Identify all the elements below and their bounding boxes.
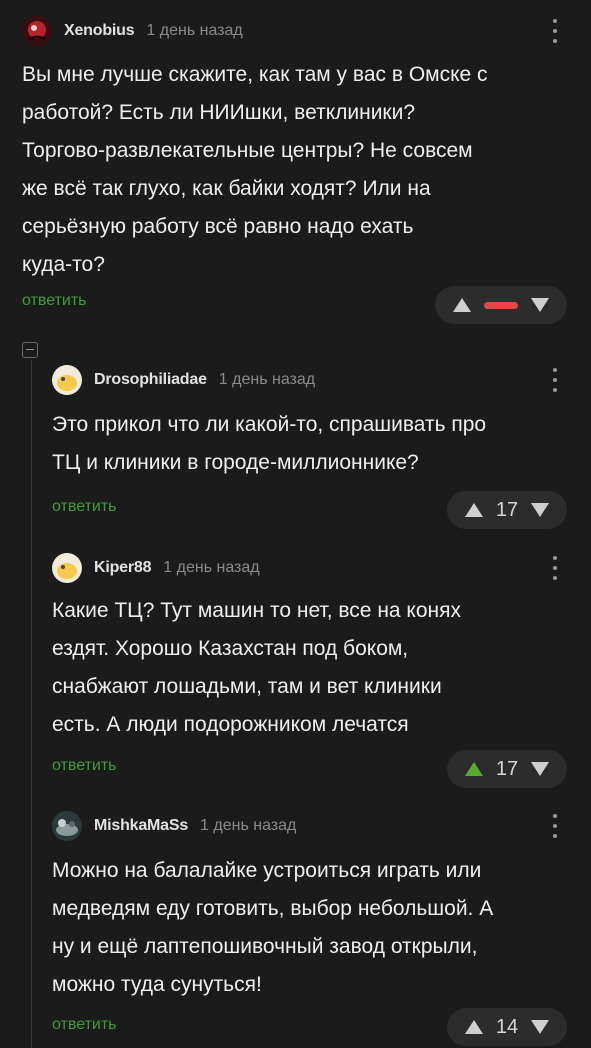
text-line: можно туда сунуться! bbox=[52, 973, 262, 996]
rating-widget: 14 bbox=[447, 1008, 567, 1046]
rating-widget bbox=[435, 286, 567, 324]
timestamp: 1 день назад bbox=[146, 22, 243, 39]
text-line: ну и ещё лаптепошивочный завод открыли, bbox=[52, 935, 478, 958]
username[interactable]: MishkaMaSs bbox=[94, 817, 188, 835]
text-line: серьёзную работу всё равно надо ехать bbox=[22, 215, 414, 238]
text-line: работой? Есть ли НИИшки, ветклиники? bbox=[22, 101, 416, 124]
downvote-icon[interactable] bbox=[531, 1020, 549, 1034]
reply-link[interactable]: ответить bbox=[52, 498, 117, 516]
text-line: ТЦ и клиники в городе-миллионнике? bbox=[52, 451, 419, 474]
comment-text: Это прикол что ли какой-то, спрашивать п… bbox=[52, 406, 486, 482]
text-line: Вы мне лучше скажите, как там у вас в Ом… bbox=[22, 63, 488, 86]
text-line: Торгово-развлекательные центры? Не совсе… bbox=[22, 139, 473, 162]
text-line: куда-то? bbox=[22, 253, 105, 276]
downvote-icon[interactable] bbox=[531, 762, 549, 776]
upvote-icon[interactable] bbox=[465, 503, 483, 517]
rating-widget: 17 bbox=[447, 491, 567, 529]
avatar[interactable] bbox=[52, 553, 82, 583]
comment-header: Xenobius 1 день назад bbox=[22, 14, 243, 48]
avatar[interactable] bbox=[52, 811, 82, 841]
timestamp: 1 день назад bbox=[200, 817, 297, 834]
score: 17 bbox=[495, 757, 519, 780]
comment-header: Drosophiliadae 1 день назад bbox=[52, 363, 315, 397]
text-line: Можно на балалайке устроиться играть или bbox=[52, 859, 482, 882]
reply-link[interactable]: ответить bbox=[22, 292, 87, 310]
score: 14 bbox=[495, 1015, 519, 1038]
avatar[interactable] bbox=[52, 365, 82, 395]
comment-text: Можно на балалайке устроиться играть или… bbox=[52, 852, 493, 1004]
comment-text: Какие ТЦ? Тут машин то нет, все на конях… bbox=[52, 592, 461, 744]
text-line: есть. А люди подорожником лечатся bbox=[52, 713, 409, 736]
more-options-icon[interactable] bbox=[549, 812, 561, 840]
timestamp: 1 день назад bbox=[218, 371, 316, 388]
reply-link[interactable]: ответить bbox=[52, 1016, 117, 1034]
text-line: Это прикол что ли какой-то, спрашивать п… bbox=[52, 413, 487, 436]
text-line: снабжают лошадьми, там и вет клиники bbox=[52, 675, 442, 698]
reply-link[interactable]: ответить bbox=[52, 757, 117, 775]
score: 17 bbox=[495, 498, 519, 521]
username[interactable]: Kiper88 bbox=[94, 559, 151, 577]
avatar[interactable] bbox=[22, 16, 52, 46]
negative-rating-bar bbox=[484, 301, 518, 309]
timestamp: 1 день назад bbox=[163, 559, 260, 576]
downvote-icon[interactable] bbox=[531, 503, 549, 517]
upvote-icon[interactable] bbox=[453, 298, 471, 312]
text-line: Какие ТЦ? Тут машин то нет, все на конях bbox=[52, 599, 461, 622]
collapse-thread-button[interactable] bbox=[22, 342, 38, 358]
comment-header: Kiper88 1 день назад bbox=[52, 551, 260, 585]
downvote-icon[interactable] bbox=[531, 298, 549, 312]
username[interactable]: Xenobius bbox=[64, 22, 135, 40]
text-line: медведям еду готовить, выбор небольшой. … bbox=[52, 897, 494, 920]
more-options-icon[interactable] bbox=[549, 17, 561, 45]
upvote-icon[interactable] bbox=[465, 762, 483, 776]
more-options-icon[interactable] bbox=[549, 366, 561, 394]
comment-header: MishkaMaSs 1 день назад bbox=[52, 809, 296, 843]
thread-line bbox=[31, 360, 32, 1048]
more-options-icon[interactable] bbox=[549, 554, 561, 582]
comment-text: Вы мне лучше скажите, как там у вас в Ом… bbox=[22, 56, 488, 284]
username[interactable]: Drosophiliadae bbox=[94, 371, 207, 389]
text-line: же всё так глухо, как байки ходят? Или н… bbox=[22, 177, 431, 200]
upvote-icon[interactable] bbox=[465, 1020, 483, 1034]
rating-widget: 17 bbox=[447, 750, 567, 788]
text-line: ездят. Хорошо Казахстан под боком, bbox=[52, 637, 409, 660]
